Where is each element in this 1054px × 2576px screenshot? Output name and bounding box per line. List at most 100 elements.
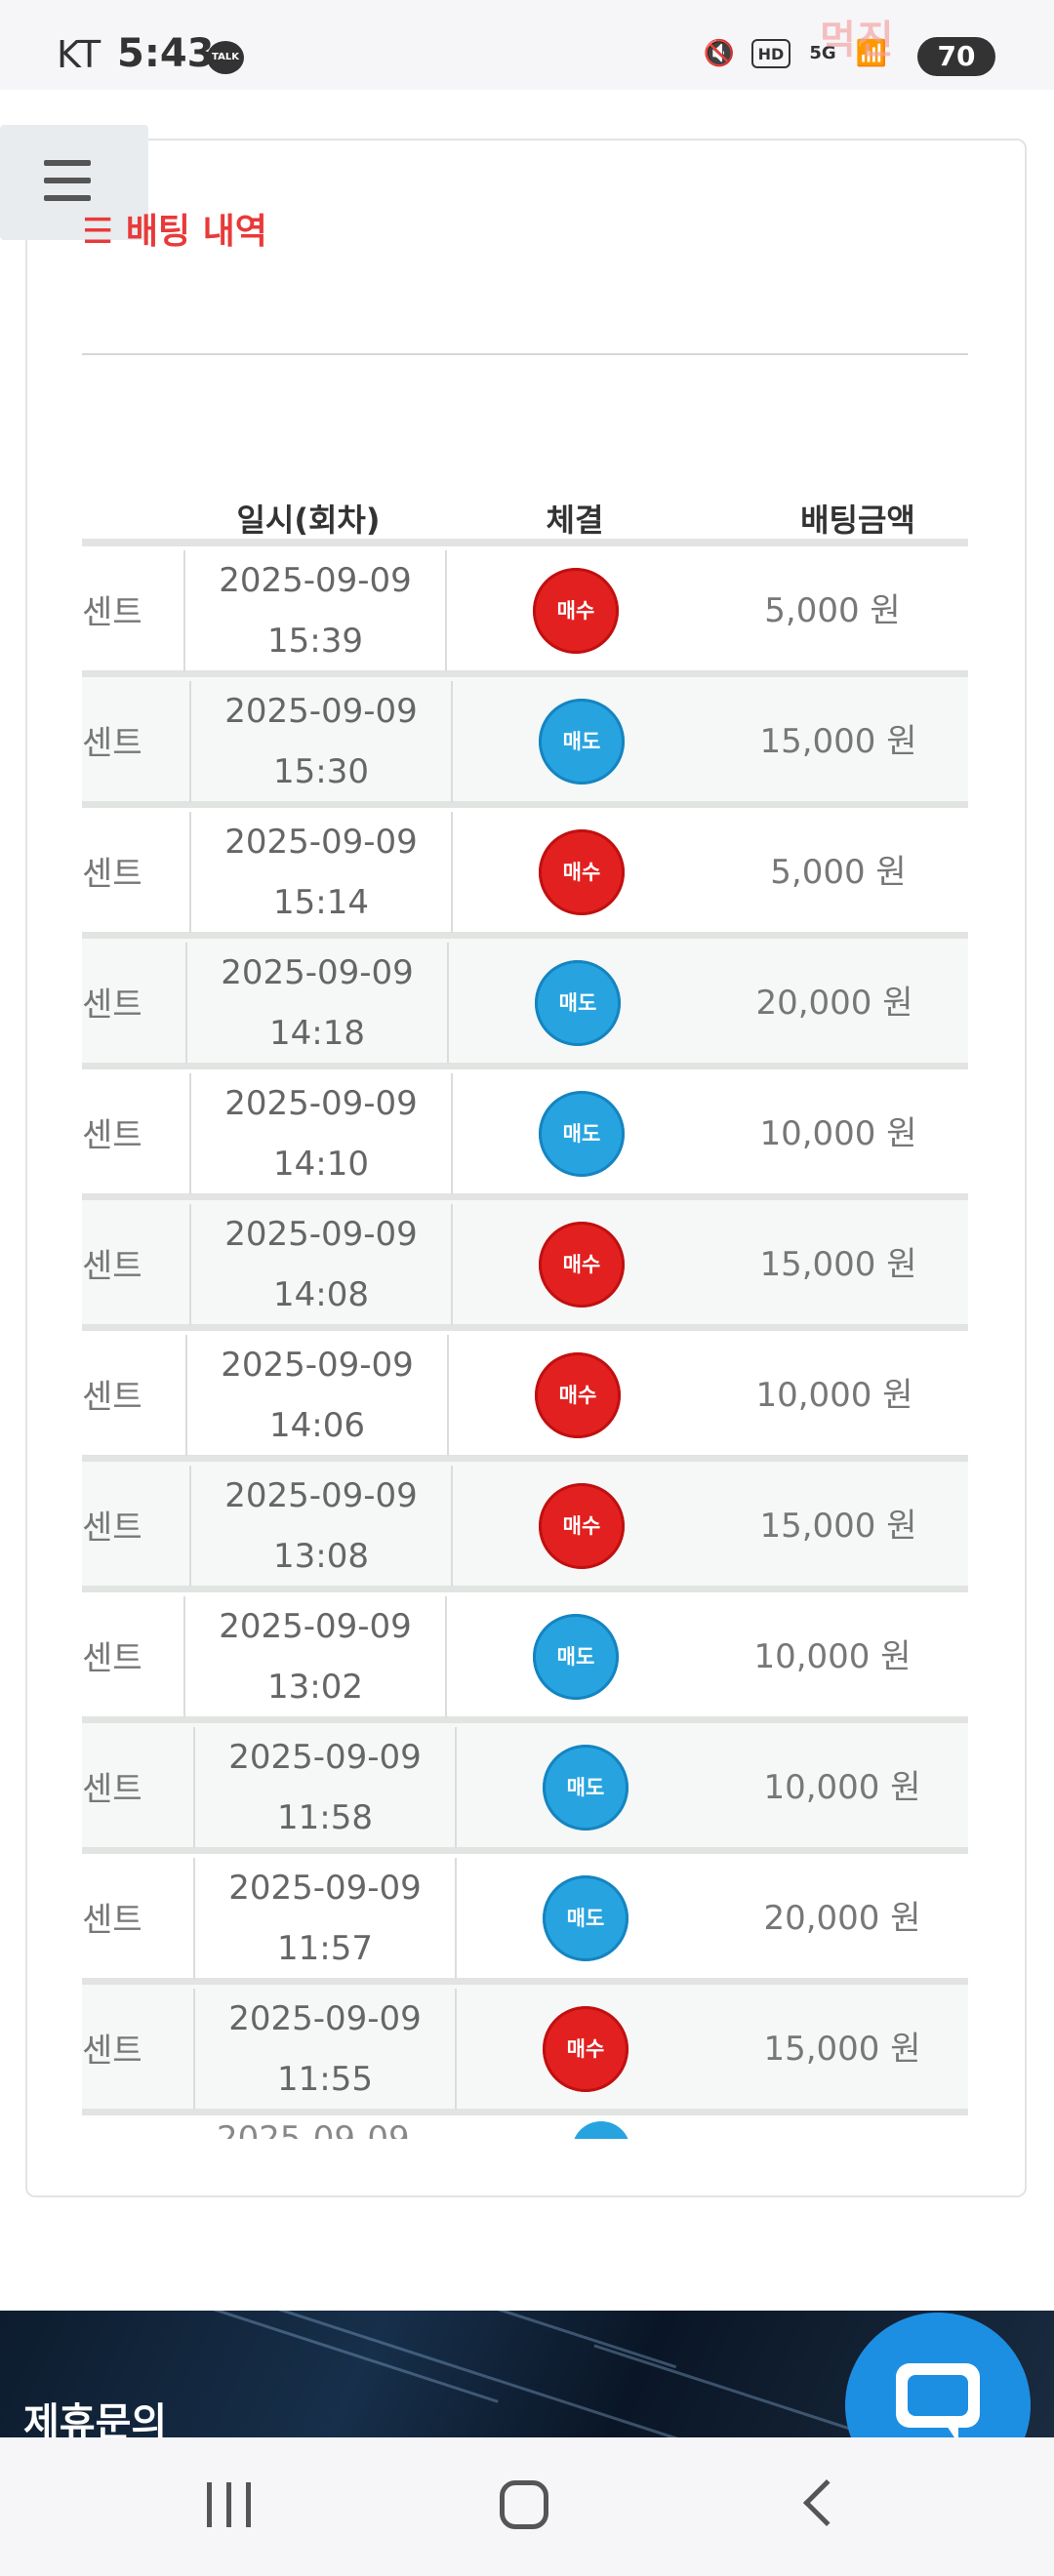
row-amount: 20,000 원 (755, 984, 913, 1023)
list-icon: ☰ (82, 212, 126, 252)
row-time: 13:02 (267, 1668, 363, 1707)
result-badge-buy: 매수 (539, 1483, 625, 1569)
table-row[interactable]: 센트 2025-09-09 14:18 매도 20,000 원 (82, 939, 968, 1069)
row-amount: 5,000 원 (770, 853, 907, 892)
row-date: 2025-09-09 (221, 953, 414, 992)
row-date: 2025-09-09 (228, 1999, 422, 2038)
table-row[interactable]: 센트 2025-09-09 11:57 매도 20,000 원 (82, 1854, 968, 1985)
row-type: 센트 (82, 1639, 141, 1678)
row-datetime: 2025-09-09 15:39 (183, 550, 447, 671)
row-datetime: 2025-09-09 14:08 (189, 1204, 453, 1325)
back-icon[interactable] (802, 2478, 851, 2527)
result-badge-sell: 매도 (543, 1875, 628, 1961)
result-badge-sell: 매도 (539, 1091, 625, 1177)
header-amount: 배팅금액 (800, 502, 915, 539)
row-amount: 15,000 원 (759, 1245, 917, 1284)
status-bar: KT 5:43 TALK 🔇 HD 5G 📶 먹진 70 (0, 0, 1054, 90)
row-time: 14:10 (273, 1145, 369, 1184)
row-datetime: 2025-09-09 13:02 (183, 1596, 447, 1717)
row-time: 11:57 (277, 1929, 373, 1968)
row-type: 센트 (82, 855, 141, 894)
recent-apps-icon[interactable] (207, 2482, 256, 2527)
row-amount: 10,000 원 (763, 1768, 921, 1807)
row-datetime: 2025-09-09 13:08 (189, 1466, 453, 1587)
result-badge-buy: 매수 (543, 2006, 628, 2092)
row-amount: 10,000 원 (753, 1637, 912, 1676)
row-type: 센트 (82, 986, 141, 1025)
row-datetime: 2025-09-09 11:55 (193, 1989, 457, 2110)
row-datetime: 2025-09-09 15:30 (189, 681, 453, 802)
mute-icon: 🔇 (703, 39, 736, 68)
result-badge-sell: 매도 (533, 1614, 619, 1700)
result-badge-sell: 매도 (535, 960, 621, 1046)
table-row[interactable]: 센트 2025-09-09 15:14 매수 5,000 원 (82, 808, 968, 939)
result-badge-buy: 매수 (533, 568, 619, 654)
row-amount: 15,000 원 (759, 1507, 917, 1546)
betting-table[interactable]: 일시(회차) 체결 배팅금액 센트 2025-09-09 15:39 매수 5,000 … (82, 488, 968, 2139)
android-nav-bar (0, 2437, 1054, 2576)
result-badge-sell: 매도 (539, 699, 625, 785)
row-time: 15:39 (267, 622, 363, 661)
row-date: 2025-09-09 (224, 1215, 418, 1254)
table-row[interactable]: 센트 2025-09-09 13:02 매도 10,000 원 (82, 1592, 968, 1723)
row-time: 11:55 (277, 2060, 373, 2099)
clock: 5:43 (117, 31, 215, 76)
row-time: 15:30 (273, 752, 369, 791)
row-time: 13:08 (273, 1537, 369, 1576)
row-amount: 20,000 원 (763, 1899, 921, 1938)
row-date: 2025-09-09 (228, 1738, 422, 1777)
table-row[interactable]: 센트 2025-09-09 15:39 매수 5,000 원 (82, 546, 968, 677)
row-amount: 15,000 원 (763, 2030, 921, 2069)
row-datetime: 2025-09-09 11:58 (193, 1727, 457, 1848)
home-icon[interactable] (500, 2480, 548, 2529)
row-time: 14:06 (269, 1406, 365, 1445)
table-row[interactable]: 센트 2025-09-09 13:08 매수 15,000 원 (82, 1462, 968, 1592)
row-datetime: 2025-09-09 14:10 (189, 1073, 453, 1194)
divider (82, 353, 968, 355)
row-amount: 5,000 원 (764, 591, 901, 630)
row-date-partial: 2025-09-09 (217, 2119, 410, 2139)
row-type: 센트 (82, 1378, 141, 1417)
row-datetime: 2025-09-09 14:06 (185, 1335, 449, 1456)
row-date: 2025-09-09 (224, 692, 418, 731)
row-amount: 10,000 원 (759, 1114, 917, 1153)
kakaotalk-notification-icon: TALK (207, 41, 244, 74)
row-date: 2025-09-09 (219, 561, 412, 600)
table-row[interactable]: 센트 2025-09-09 14:08 매수 15,000 원 (82, 1200, 968, 1331)
row-time: 14:18 (269, 1014, 365, 1053)
battery-indicator: 70 (917, 37, 995, 76)
row-type: 센트 (82, 724, 141, 763)
row-time: 11:58 (277, 1798, 373, 1837)
row-datetime: 2025-09-09 11:57 (193, 1858, 457, 1979)
partnership-inquiry-link[interactable]: 제휴문의 (23, 2391, 167, 2437)
header-result: 체결 (546, 502, 604, 539)
result-badge-sell: 매도 (543, 1745, 628, 1831)
row-date: 2025-09-09 (224, 823, 418, 862)
row-amount: 10,000 원 (755, 1376, 913, 1415)
table-row[interactable]: 센트 2025-09-09 14:06 매수 10,000 원 (82, 1331, 968, 1462)
table-header: 일시(회차) 체결 배팅금액 (82, 488, 968, 546)
table-row-partial: 2025-09-09 (82, 2115, 968, 2139)
row-type: 센트 (82, 2032, 141, 2071)
row-type: 센트 (82, 1901, 141, 1940)
row-type: 센트 (82, 1116, 141, 1155)
row-type: 센트 (82, 593, 141, 632)
row-date: 2025-09-09 (228, 1869, 422, 1908)
table-row[interactable]: 센트 2025-09-09 11:58 매도 10,000 원 (82, 1723, 968, 1854)
table-body: 센트 2025-09-09 15:39 매수 5,000 원 센트 2025-09-09 15… (82, 546, 968, 2115)
table-row[interactable]: 센트 2025-09-09 11:55 매수 15,000 원 (82, 1985, 968, 2115)
result-badge-buy: 매수 (539, 1222, 625, 1308)
row-amount: 15,000 원 (759, 722, 917, 761)
row-date: 2025-09-09 (219, 1607, 412, 1646)
row-type: 센트 (82, 1247, 141, 1286)
row-date: 2025-09-09 (224, 1476, 418, 1515)
result-badge-buy: 매수 (539, 829, 625, 915)
table-row[interactable]: 센트 2025-09-09 14:10 매도 10,000 원 (82, 1069, 968, 1200)
row-date: 2025-09-09 (221, 1346, 414, 1385)
row-datetime: 2025-09-09 14:18 (185, 943, 449, 1064)
hamburger-icon (44, 160, 91, 166)
header-datetime: 일시(회차) (236, 502, 381, 539)
row-type: 센트 (82, 1770, 141, 1809)
table-row[interactable]: 센트 2025-09-09 15:30 매도 15,000 원 (82, 677, 968, 808)
result-badge-buy: 매수 (535, 1352, 621, 1438)
